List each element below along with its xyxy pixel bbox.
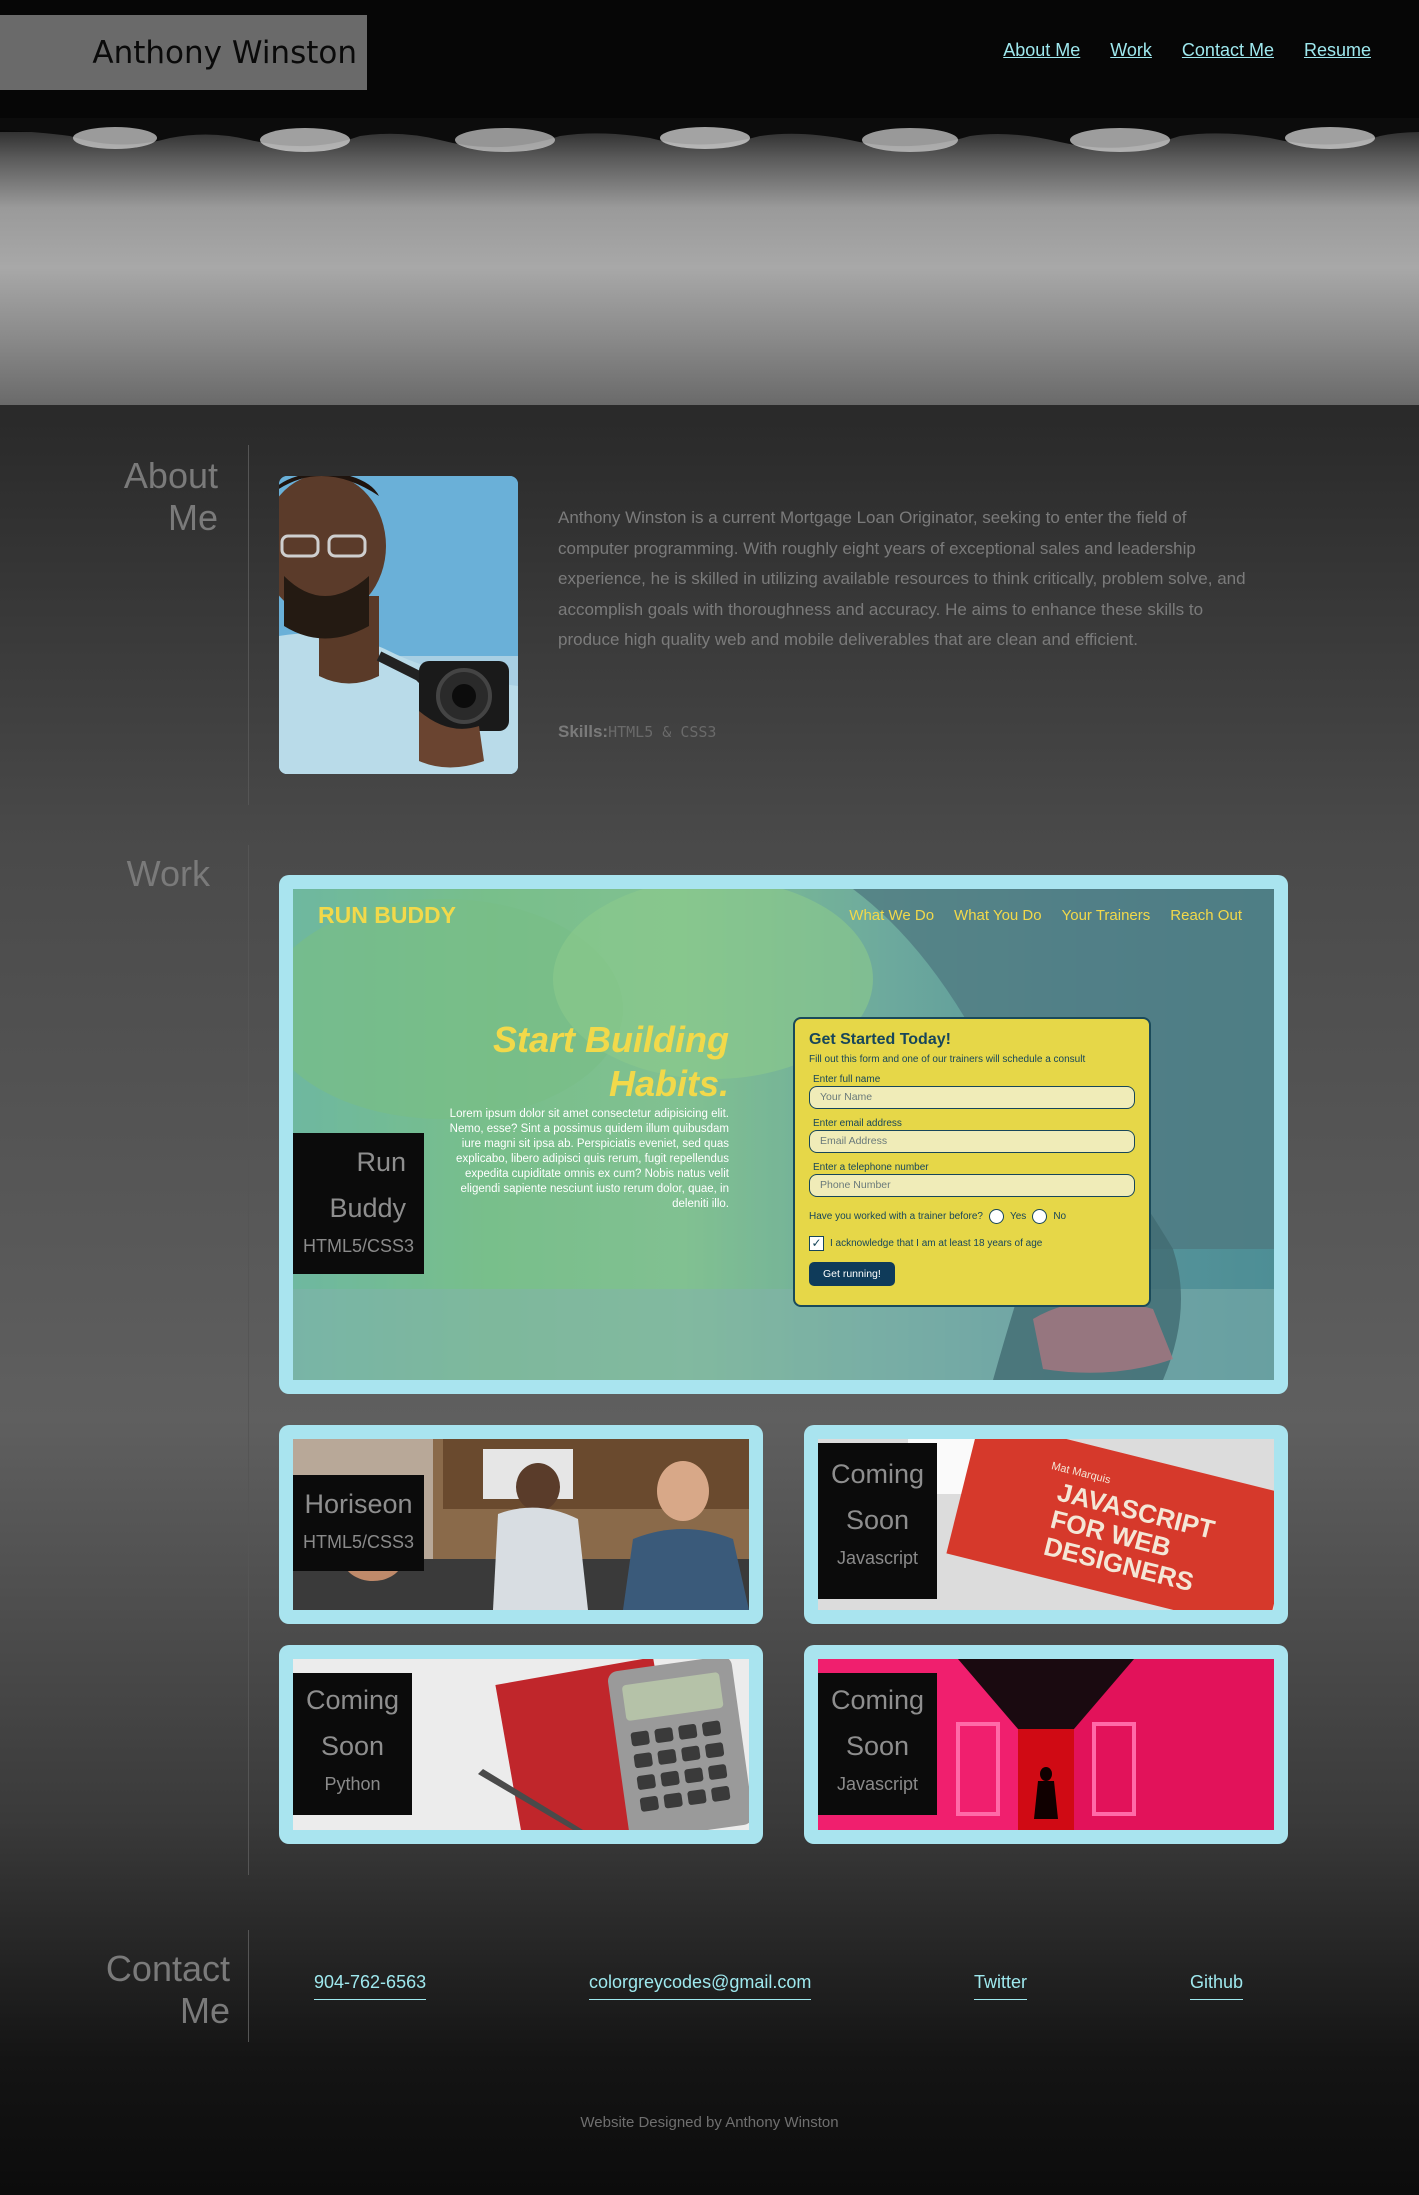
about-title-line1: About [123, 455, 218, 496]
contact-divider [248, 1930, 249, 2042]
nav-resume[interactable]: Resume [1304, 40, 1371, 61]
project-tech: Javascript [836, 1774, 919, 1794]
run-buddy-headline: Start Building Habits. [493, 1018, 729, 1106]
run-buddy-nav: What We Do What You Do Your Trainers Rea… [849, 907, 1242, 924]
run-buddy-nav-item: Reach Out [1170, 907, 1242, 924]
nav-work[interactable]: Work [1110, 40, 1152, 61]
run-buddy-question: Have you worked with a trainer before? Y… [809, 1209, 1135, 1224]
neon-corridor-screenshot: Coming Soon Javascript [818, 1659, 1274, 1830]
nav-contact-me[interactable]: Contact Me [1182, 40, 1274, 61]
run-buddy-form-title: Get Started Today! [809, 1031, 951, 1048]
nav-about-me[interactable]: About Me [1003, 40, 1080, 61]
contact-twitter-link[interactable]: Twitter [974, 1972, 1028, 2000]
project-label-coming-soon-python: Coming Soon Python [293, 1673, 412, 1815]
project-name-line1: Run [356, 1147, 406, 1177]
run-buddy-nav-item: What You Do [954, 907, 1042, 924]
project-tech: Javascript [836, 1548, 919, 1568]
skills-value: HTML5 & CSS3 [608, 723, 717, 741]
run-buddy-nav-item: What We Do [849, 907, 935, 924]
contact-title-line1: Contact [105, 1948, 230, 1989]
project-tech: HTML5/CSS3 [302, 1532, 415, 1552]
run-buddy-label-name: Enter full name [813, 1074, 881, 1085]
calculator-screenshot: Coming Soon Python [293, 1659, 749, 1830]
run-buddy-name-field: Your Name [809, 1086, 1135, 1109]
radio-no-icon [1032, 1209, 1048, 1224]
project-label-horiseon: Horiseon HTML5/CSS3 [293, 1475, 424, 1571]
run-buddy-form: Get Started Today! Fill out this form an… [793, 1017, 1151, 1307]
project-label-run-buddy: Run Buddy HTML5/CSS3 [293, 1133, 424, 1274]
project-card-run-buddy[interactable]: RUN BUDDY What We Do What You Do Your Tr… [279, 875, 1288, 1394]
run-buddy-email-field: Email Address [809, 1130, 1135, 1153]
project-card-coming-soon-js-2[interactable]: Coming Soon Javascript [804, 1645, 1288, 1844]
work-divider [248, 845, 249, 1875]
run-buddy-question-text: Have you worked with a trainer before? [809, 1211, 983, 1222]
run-buddy-label-phone: Enter a telephone number [813, 1162, 929, 1173]
run-buddy-yes-label: Yes [1009, 1211, 1027, 1222]
about-bio: Anthony Winston is a current Mortgage Lo… [558, 508, 1246, 650]
site-header: Anthony Winston About Me Work Contact Me… [0, 0, 1419, 125]
contact-github-link[interactable]: Github [1190, 1972, 1244, 2000]
site-footer: Website Designed by Anthony Winston [580, 2114, 839, 2131]
water-drops-image [0, 118, 1419, 152]
run-buddy-form-sub: Fill out this form and one of our traine… [809, 1054, 1086, 1065]
project-tech: HTML5/CSS3 [302, 1236, 415, 1256]
run-buddy-phone-field: Phone Number [809, 1174, 1135, 1197]
main-nav: About Me Work Contact Me Resume [1003, 40, 1371, 61]
contact-email-link[interactable]: colorgreycodes@gmail.com [589, 1972, 812, 2000]
project-card-coming-soon-python[interactable]: Coming Soon Python [279, 1645, 763, 1844]
contact-section-title: Contact Me [90, 1948, 230, 2032]
about-title-line2: Me [167, 497, 218, 538]
project-name-line2: Soon [845, 1505, 910, 1535]
run-buddy-nav-item: Your Trainers [1061, 907, 1151, 924]
hero-banner [0, 118, 1419, 405]
project-label-coming-soon-js-2: Coming Soon Javascript [818, 1673, 937, 1815]
brand-name[interactable]: Anthony Winston [0, 15, 367, 90]
work-section-title: Work [126, 853, 210, 894]
js-book-screenshot: Mat Marquis JAVASCRIPT FOR WEB DESIGNERS… [818, 1439, 1274, 1610]
run-buddy-acknowledge: ✓ I acknowledge that I am at least 18 ye… [809, 1236, 1135, 1251]
run-buddy-no-label: No [1053, 1211, 1067, 1222]
run-buddy-submit-button: Get running! [809, 1262, 895, 1286]
project-name-line2: Soon [320, 1731, 385, 1761]
run-buddy-headline-line1: Start Building [493, 1019, 729, 1060]
project-card-horiseon[interactable]: Horiseon HTML5/CSS3 [279, 1425, 763, 1624]
project-card-coming-soon-js-1[interactable]: Mat Marquis JAVASCRIPT FOR WEB DESIGNERS… [804, 1425, 1288, 1624]
checkbox-checked-icon: ✓ [809, 1236, 824, 1251]
skills-label: Skills: [558, 722, 609, 741]
profile-photo [279, 476, 518, 774]
run-buddy-lorem: Lorem ipsum dolor sit amet consectetur a… [449, 1108, 729, 1210]
about-divider [248, 445, 249, 805]
project-name-line2: Soon [845, 1731, 910, 1761]
radio-yes-icon [988, 1209, 1004, 1224]
contact-phone-link[interactable]: 904-762-6563 [314, 1972, 427, 2000]
project-name-line1: Coming [305, 1685, 400, 1715]
project-name-line1: Coming [830, 1459, 925, 1489]
about-section-title: About Me [100, 455, 218, 539]
contact-title-line2: Me [179, 1990, 230, 2031]
project-name-line2: Buddy [329, 1193, 406, 1223]
project-tech: Python [324, 1774, 381, 1794]
run-buddy-screenshot: RUN BUDDY What We Do What You Do Your Tr… [293, 889, 1274, 1380]
horiseon-screenshot: Horiseon HTML5/CSS3 [293, 1439, 749, 1610]
project-name-line1: Horiseon [304, 1489, 413, 1519]
project-name-line1: Coming [830, 1685, 925, 1715]
run-buddy-label-email: Enter email address [813, 1118, 902, 1129]
skills-line: Skills:HTML5 & CSS3 [558, 722, 716, 742]
project-label-coming-soon-js-1: Coming Soon Javascript [818, 1443, 937, 1599]
run-buddy-logo: RUN BUDDY [318, 902, 456, 928]
run-buddy-acknowledge-text: I acknowledge that I am at least 18 year… [830, 1238, 1043, 1249]
run-buddy-headline-line2: Habits. [608, 1063, 729, 1104]
